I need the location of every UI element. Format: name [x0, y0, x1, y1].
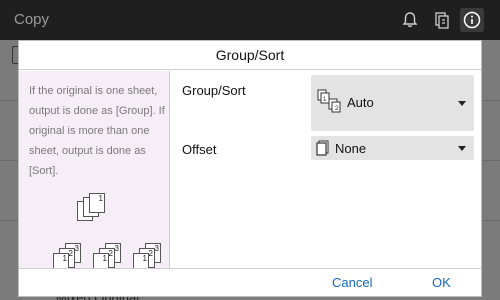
offset-value: None — [335, 141, 367, 156]
chevron-down-icon — [458, 101, 466, 106]
chevron-down-icon — [458, 146, 466, 151]
app-title: Copy — [14, 11, 50, 28]
sheet-icon: 1 — [133, 253, 149, 268]
bell-icon[interactable] — [398, 8, 422, 32]
offset-select[interactable]: None — [311, 136, 474, 160]
dialog-title: Group/Sort — [19, 41, 481, 70]
group-sort-select[interactable]: 1 2 Auto — [311, 75, 474, 131]
offset-none-icon — [316, 140, 329, 156]
sheet-icon: 1 — [93, 253, 109, 268]
group-sort-label: Group/Sort — [182, 83, 246, 98]
cancel-button[interactable]: Cancel — [332, 275, 372, 290]
dialog-button-row: Cancel OK — [19, 268, 481, 297]
offset-label: Offset — [182, 142, 217, 157]
help-text: If the original is one sheet, output is … — [29, 85, 165, 177]
top-bar: Copy — [0, 0, 500, 40]
ok-button[interactable]: OK — [432, 275, 451, 290]
copy-history-icon[interactable] — [429, 8, 453, 32]
sheet-icon: 1 — [89, 193, 105, 213]
sheet-icon: 1 — [53, 253, 69, 268]
help-panel: If the original is one sheet, output is … — [19, 71, 170, 268]
group-sort-value: Auto — [347, 95, 374, 110]
group-sort-icon: 1 2 — [317, 89, 341, 113]
info-icon[interactable] — [460, 8, 484, 32]
group-sort-dialog: Group/Sort If the original is one sheet,… — [18, 40, 482, 297]
